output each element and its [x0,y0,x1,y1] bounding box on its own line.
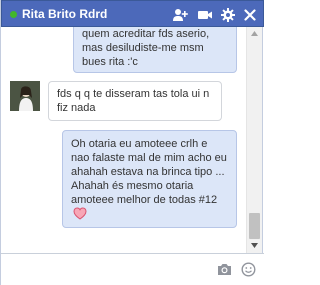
avatar[interactable] [10,81,40,111]
scroll-up-arrow-icon[interactable] [247,27,262,41]
camera-icon[interactable] [217,263,232,281]
message-bubble-sent: Oh otaria eu amoteee crlh e nao falaste … [62,130,237,228]
scroll-down-arrow-icon[interactable] [247,239,262,253]
video-call-icon[interactable] [197,7,213,23]
message-text: Oh otaria eu amoteee crlh e nao falaste … [71,138,227,206]
conversation-area[interactable]: quem acreditar fds aserio, mas desiludis… [2,27,246,253]
message-text: fds q q te disseram tas tola ui n fiz na… [57,88,210,114]
add-friend-icon[interactable] [172,7,188,23]
scrollbar-thumb[interactable] [249,213,260,239]
chat-window: Rita Brito Rdrd quem acreditar fds aseri… [0,0,264,285]
emoji-icon[interactable] [241,262,256,282]
message-input[interactable] [7,259,211,281]
message-composer [1,253,264,285]
message-bubble-sent: quem acreditar fds aserio, mas desiludis… [73,27,237,73]
contact-name[interactable]: Rita Brito Rdrd [22,7,107,21]
conversation-scrollbar[interactable] [246,27,262,253]
message-bubble-received: fds q q te disseram tas tola ui n fiz na… [48,81,222,121]
chat-header[interactable]: Rita Brito Rdrd [1,0,264,27]
heart-emoji-icon [73,207,87,224]
online-status-icon [10,11,17,18]
message-text: quem acreditar fds aserio, mas desiludis… [82,28,210,68]
close-icon[interactable] [242,7,258,23]
gear-icon[interactable] [220,7,236,23]
